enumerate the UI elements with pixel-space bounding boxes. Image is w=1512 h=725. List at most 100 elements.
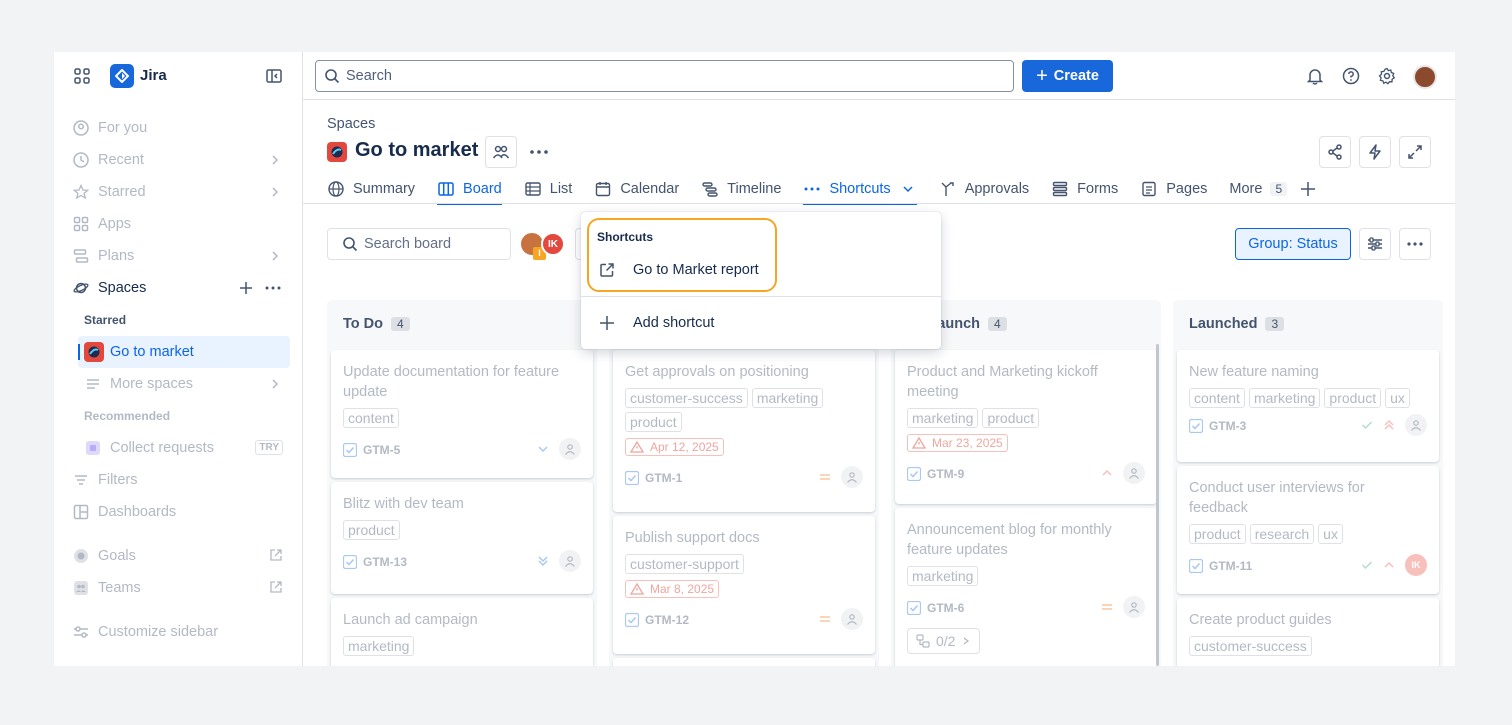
add-tab-button[interactable] bbox=[1299, 176, 1325, 202]
group-by-button[interactable]: Group: Status bbox=[1235, 228, 1351, 260]
board-icon bbox=[437, 180, 455, 198]
column-scrollbar[interactable] bbox=[1156, 344, 1159, 666]
unassigned-avatar[interactable] bbox=[1123, 462, 1145, 484]
issue-card[interactable] bbox=[613, 658, 875, 666]
sidebar-item-plans[interactable]: Plans bbox=[72, 244, 287, 268]
card-label: customer-success bbox=[1189, 636, 1312, 656]
approvals-icon bbox=[939, 180, 957, 198]
main-content: Search + Create Spaces Go to market Summ… bbox=[303, 52, 1455, 666]
tab-approvals[interactable]: Approvals bbox=[939, 176, 1029, 202]
share-button[interactable] bbox=[1319, 136, 1351, 168]
collect-requests-icon bbox=[84, 439, 102, 457]
sidebar-item-apps[interactable]: Apps bbox=[72, 212, 287, 236]
board-search-input[interactable]: Search board bbox=[327, 228, 511, 260]
collapse-sidebar-icon[interactable] bbox=[264, 66, 284, 86]
issue-key[interactable]: GTM-6 bbox=[927, 601, 964, 615]
done-check-icon bbox=[1361, 420, 1373, 430]
assignee-avatar[interactable]: IK bbox=[1405, 554, 1427, 576]
sidebar-item-filters[interactable]: Filters bbox=[72, 468, 287, 492]
issue-card[interactable]: Update documentation for feature update … bbox=[331, 350, 593, 478]
space-members-button[interactable] bbox=[485, 136, 517, 168]
tab-timeline[interactable]: Timeline bbox=[701, 176, 781, 202]
unassigned-avatar[interactable] bbox=[1123, 596, 1145, 618]
issue-card[interactable]: Create product guides customer-success bbox=[1177, 598, 1439, 666]
issue-card[interactable]: Conduct user interviews for feedback pro… bbox=[1177, 466, 1439, 594]
sidebar-item-teams[interactable]: Teams bbox=[72, 576, 287, 600]
issue-card[interactable]: Blitz with dev team product GTM-13 bbox=[331, 482, 593, 594]
due-date-text: Apr 12, 2025 bbox=[650, 440, 719, 454]
priority-medium-icon bbox=[819, 615, 831, 623]
unassigned-avatar[interactable] bbox=[559, 550, 581, 572]
breadcrumb[interactable]: Spaces bbox=[327, 116, 375, 132]
issue-key[interactable]: GTM-3 bbox=[1209, 419, 1246, 433]
teams-icon bbox=[72, 579, 90, 597]
unassigned-avatar[interactable] bbox=[841, 466, 863, 488]
global-search-input[interactable]: Search bbox=[315, 60, 1014, 92]
issue-key[interactable]: GTM-9 bbox=[927, 467, 964, 481]
card-title: Conduct user interviews for feedback bbox=[1189, 480, 1365, 516]
tab-board[interactable]: Board bbox=[437, 176, 502, 205]
issue-key[interactable]: GTM-1 bbox=[645, 471, 682, 485]
add-space-icon[interactable] bbox=[237, 279, 255, 297]
task-checkbox-icon bbox=[1189, 419, 1203, 433]
help-icon[interactable] bbox=[1341, 66, 1361, 86]
tab-calendar[interactable]: Calendar bbox=[594, 176, 679, 202]
assignee-filter-avatar-ik[interactable]: IK bbox=[541, 232, 565, 256]
settings-gear-icon[interactable] bbox=[1377, 66, 1397, 86]
unassigned-avatar[interactable] bbox=[1405, 414, 1427, 436]
issue-card[interactable]: New feature naming content marketing pro… bbox=[1177, 350, 1439, 462]
board-more-button[interactable] bbox=[1399, 228, 1431, 260]
tab-forms[interactable]: Forms bbox=[1051, 176, 1118, 202]
app-switcher-icon[interactable] bbox=[72, 66, 92, 86]
card-title: Product and Marketing kickoff meeting bbox=[907, 364, 1098, 400]
sidebar-item-more-spaces[interactable]: More spaces bbox=[84, 372, 287, 396]
plus-icon bbox=[1299, 180, 1317, 198]
fullscreen-button[interactable] bbox=[1399, 136, 1431, 168]
tab-more[interactable]: More 5 bbox=[1229, 176, 1288, 202]
issue-card[interactable]: Product and Marketing kickoff meeting ma… bbox=[895, 350, 1157, 504]
add-shortcut-button[interactable]: Add shortcut bbox=[597, 313, 714, 333]
tab-label: More bbox=[1229, 181, 1263, 197]
sidebar-item-label: Dashboards bbox=[98, 504, 177, 520]
spaces-more-icon[interactable] bbox=[264, 279, 282, 297]
tab-summary[interactable]: Summary bbox=[327, 176, 415, 202]
view-settings-button[interactable] bbox=[1359, 228, 1391, 260]
sidebar-item-goals[interactable]: Goals bbox=[72, 544, 287, 568]
issue-card[interactable]: Get approvals on positioning customer-su… bbox=[613, 350, 875, 512]
sidebar-item-recent[interactable]: Recent bbox=[72, 148, 287, 172]
tab-pages[interactable]: Pages bbox=[1140, 176, 1207, 202]
issue-card[interactable]: Announcement blog for monthly feature up… bbox=[895, 508, 1157, 666]
issue-card[interactable]: Publish support docs customer-support Ma… bbox=[613, 516, 875, 654]
issue-key[interactable]: GTM-13 bbox=[363, 555, 407, 569]
apps-icon bbox=[72, 215, 90, 233]
issue-card[interactable]: Launch ad campaign marketing bbox=[331, 598, 593, 666]
shortcut-go-to-market-report[interactable]: Go to Market report bbox=[597, 260, 759, 280]
create-button[interactable]: + Create bbox=[1022, 60, 1113, 92]
user-avatar[interactable] bbox=[1413, 65, 1437, 89]
board-search-placeholder: Search board bbox=[364, 236, 452, 252]
more-actions-icon[interactable] bbox=[527, 144, 551, 160]
jira-logo-icon[interactable] bbox=[110, 64, 134, 88]
sidebar-item-label: More spaces bbox=[110, 376, 194, 392]
issue-key[interactable]: GTM-5 bbox=[363, 443, 400, 457]
sidebar-item-starred[interactable]: Starred bbox=[72, 180, 287, 204]
unassigned-avatar[interactable] bbox=[559, 438, 581, 460]
board-column-launched: Launched 3 New feature naming content ma… bbox=[1173, 300, 1443, 666]
automation-lightning-button[interactable] bbox=[1359, 136, 1391, 168]
tab-shortcuts[interactable]: Shortcuts bbox=[803, 176, 917, 205]
subtasks-button[interactable]: 0/2 bbox=[907, 628, 981, 654]
sidebar-item-dashboards[interactable]: Dashboards bbox=[72, 500, 287, 524]
sidebar-item-collect-requests[interactable]: Collect requests TRY bbox=[84, 436, 287, 460]
jira-app-window: Jira For you Recent Starred Apps Plans S… bbox=[54, 52, 1455, 666]
issue-key[interactable]: GTM-12 bbox=[645, 613, 689, 627]
sidebar-item-customize[interactable]: Customize sidebar bbox=[72, 620, 287, 644]
card-title: Announcement blog for monthly feature up… bbox=[907, 522, 1112, 558]
sidebar-item-for-you[interactable]: For you bbox=[72, 116, 287, 140]
tab-list[interactable]: List bbox=[524, 176, 572, 202]
sidebar-item-label: Customize sidebar bbox=[98, 624, 219, 640]
unassigned-avatar[interactable] bbox=[841, 608, 863, 630]
column-count: 3 bbox=[1265, 317, 1285, 331]
chevron-right-icon bbox=[267, 376, 283, 392]
notifications-bell-icon[interactable] bbox=[1305, 66, 1325, 86]
issue-key[interactable]: GTM-11 bbox=[1209, 559, 1252, 573]
